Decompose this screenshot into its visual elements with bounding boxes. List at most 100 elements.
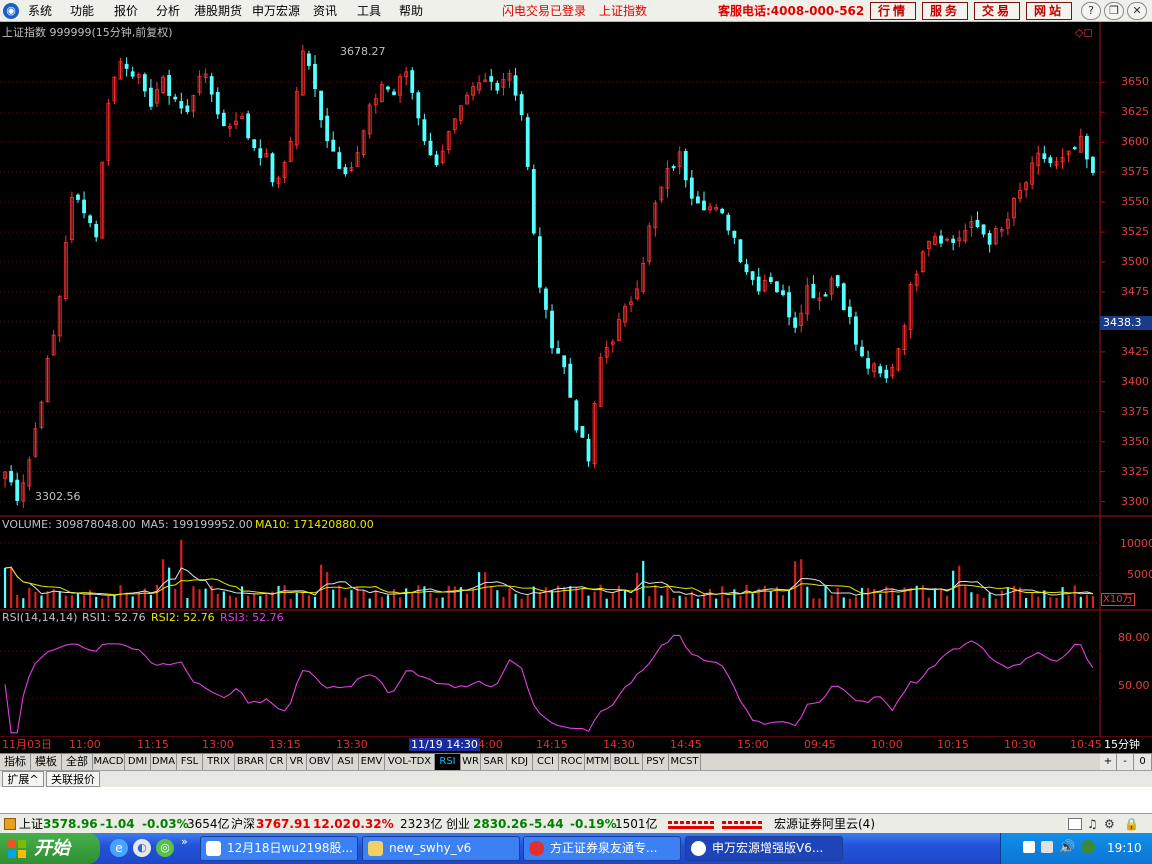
indicator-tab-macd[interactable]: MACD xyxy=(93,754,125,770)
indicator-tab-vr[interactable]: VR xyxy=(287,754,307,770)
candle-body xyxy=(167,75,172,96)
speaker-icon[interactable]: 🔊 xyxy=(1059,840,1075,855)
price-tick: 3600 xyxy=(1121,135,1149,149)
indicator-tab-psy[interactable]: PSY xyxy=(643,754,669,770)
indicator-tab-emv[interactable]: EMV xyxy=(359,754,385,770)
candle-body xyxy=(726,214,731,231)
candle-body xyxy=(209,76,214,95)
candle-body xyxy=(556,348,561,354)
quicklaunch-more-icon[interactable]: » xyxy=(181,835,188,848)
indicator-tab-vol-tdx[interactable]: VOL-TDX xyxy=(385,754,435,770)
x-tick: 14:15 xyxy=(536,738,568,751)
current-index-name: 上证指数 xyxy=(599,4,648,18)
lock-icon[interactable]: 🔒 xyxy=(1124,817,1139,831)
chart-area[interactable]: 上证指数 999999(15分钟,前复权) ◇◻ 3678.27 3302.56… xyxy=(0,22,1152,738)
network-icon[interactable] xyxy=(1023,841,1035,853)
menu-bar: ◉ 系统 功能 报价 分析 港股期货 申万宏源 资讯 工具 帮助 闪电交易已登录… xyxy=(0,0,1152,22)
indicator-tab-mtm[interactable]: MTM xyxy=(585,754,611,770)
candle-body xyxy=(1042,153,1047,159)
task-fangzheng[interactable]: 方正证券泉友通专... xyxy=(523,836,681,861)
task-swhy[interactable]: 申万宏源增强版V6... xyxy=(685,836,843,861)
keyboard-icon[interactable] xyxy=(1041,841,1053,853)
menu-help[interactable]: 帮助 xyxy=(399,3,423,19)
expand-tab[interactable]: 扩展^ xyxy=(2,771,44,787)
website-button[interactable]: 网站 xyxy=(1026,2,1072,20)
related-quote-tab[interactable]: 关联报价 xyxy=(46,771,100,787)
rsi-tick-80: 80.00 xyxy=(1118,631,1150,644)
hs-amount: 2323亿 xyxy=(400,817,443,831)
broker-server[interactable]: 宏源证券阿里云(4) xyxy=(774,817,875,831)
window-icon[interactable] xyxy=(1068,818,1082,830)
candle-body xyxy=(683,151,688,181)
candle-body xyxy=(671,166,676,169)
trade-button[interactable]: 交易 xyxy=(974,2,1020,20)
rsi2-label: RSI2: 52.76 xyxy=(151,611,215,624)
market-button[interactable]: 行情 xyxy=(870,2,916,20)
tab-template[interactable]: 模板 xyxy=(31,754,62,770)
task-forum[interactable]: 12月18日wu2198股... xyxy=(200,836,358,861)
green-app-icon[interactable]: ◎ xyxy=(156,839,174,857)
candle-body xyxy=(179,101,184,109)
start-button[interactable]: 开始 xyxy=(0,833,100,864)
restore-icon[interactable]: ❐ xyxy=(1104,2,1124,20)
price-tick: 3625 xyxy=(1121,105,1149,119)
menu-news[interactable]: 资讯 xyxy=(313,3,337,19)
zoom-out-button[interactable]: - xyxy=(1117,754,1134,770)
close-icon[interactable]: ✕ xyxy=(1127,2,1147,20)
indicator-tab-asi[interactable]: ASI xyxy=(333,754,359,770)
menu-quote[interactable]: 报价 xyxy=(114,3,138,19)
menu-tools[interactable]: 工具 xyxy=(357,3,381,19)
candle-body xyxy=(835,275,840,287)
ie-icon[interactable]: e xyxy=(110,839,128,857)
task-folder[interactable]: new_swhy_v6 xyxy=(362,836,520,861)
x-tick: 13:00 xyxy=(202,738,234,751)
browser-icon[interactable]: ◐ xyxy=(133,839,151,857)
tab-all[interactable]: 全部 xyxy=(62,754,93,770)
price-chart-svg[interactable] xyxy=(0,22,1152,738)
indicator-tab-rsi[interactable]: RSI xyxy=(435,754,461,770)
zoom-in-button[interactable]: + xyxy=(1100,754,1117,770)
indicator-tab-roc[interactable]: ROC xyxy=(559,754,585,770)
indicator-tab-cr[interactable]: CR xyxy=(267,754,287,770)
cy-price: 2830.26 xyxy=(473,817,528,831)
menu-hk-futures[interactable]: 港股期货 xyxy=(194,3,242,19)
indicator-tab-trix[interactable]: TRIX xyxy=(203,754,235,770)
reset-zoom-button[interactable]: 0 xyxy=(1134,754,1152,770)
menu-swhy[interactable]: 申万宏源 xyxy=(252,3,300,19)
help-icon[interactable]: ? xyxy=(1081,2,1101,20)
period-button[interactable]: 15分钟 xyxy=(1104,739,1140,751)
candle-body xyxy=(434,154,439,166)
indicator-tab-fsl[interactable]: FSL xyxy=(177,754,203,770)
indicator-tab-mcst[interactable]: MCST xyxy=(669,754,701,770)
indicator-tab-obv[interactable]: OBV xyxy=(307,754,333,770)
indicator-tab-boll[interactable]: BOLL xyxy=(611,754,643,770)
candle-body xyxy=(854,316,858,345)
tab-indicator[interactable]: 指标 xyxy=(0,754,31,770)
volume-label: VOLUME: 309878048.00 xyxy=(2,518,136,531)
high-price-label: 3678.27 xyxy=(340,45,386,58)
candle-body xyxy=(696,196,700,204)
indicator-tab-cci[interactable]: CCI xyxy=(533,754,559,770)
current-price-marker: 3438.3 xyxy=(1100,316,1152,330)
candle-body xyxy=(343,167,348,175)
app-logo-icon[interactable]: ◉ xyxy=(3,3,19,19)
candle-body xyxy=(386,86,390,90)
tray-settings-icon[interactable]: ⚙ xyxy=(1104,817,1115,831)
indicator-tab-dmi[interactable]: DMI xyxy=(125,754,151,770)
chart-option-icon[interactable]: ◇◻ xyxy=(1075,26,1093,39)
service-button[interactable]: 服务 xyxy=(922,2,968,20)
menu-system[interactable]: 系统 xyxy=(28,3,52,19)
index-icon[interactable] xyxy=(4,818,16,830)
indicator-tab-kdj[interactable]: KDJ xyxy=(507,754,533,770)
indicator-tab-brar[interactable]: BRAR xyxy=(235,754,267,770)
volume-tick-10000: 10000 xyxy=(1120,537,1152,550)
menu-analysis[interactable]: 分析 xyxy=(156,3,180,19)
security-shield-icon[interactable] xyxy=(1081,840,1095,854)
indicator-tab-dma[interactable]: DMA xyxy=(151,754,177,770)
menu-function[interactable]: 功能 xyxy=(70,3,94,19)
sh-pct: -0.03% xyxy=(142,817,189,831)
indicator-tab-sar[interactable]: SAR xyxy=(481,754,507,770)
indicator-tab-wr[interactable]: WR xyxy=(461,754,481,770)
tray-sound-icon[interactable]: ♫ xyxy=(1087,817,1098,831)
candle-body xyxy=(738,239,743,263)
